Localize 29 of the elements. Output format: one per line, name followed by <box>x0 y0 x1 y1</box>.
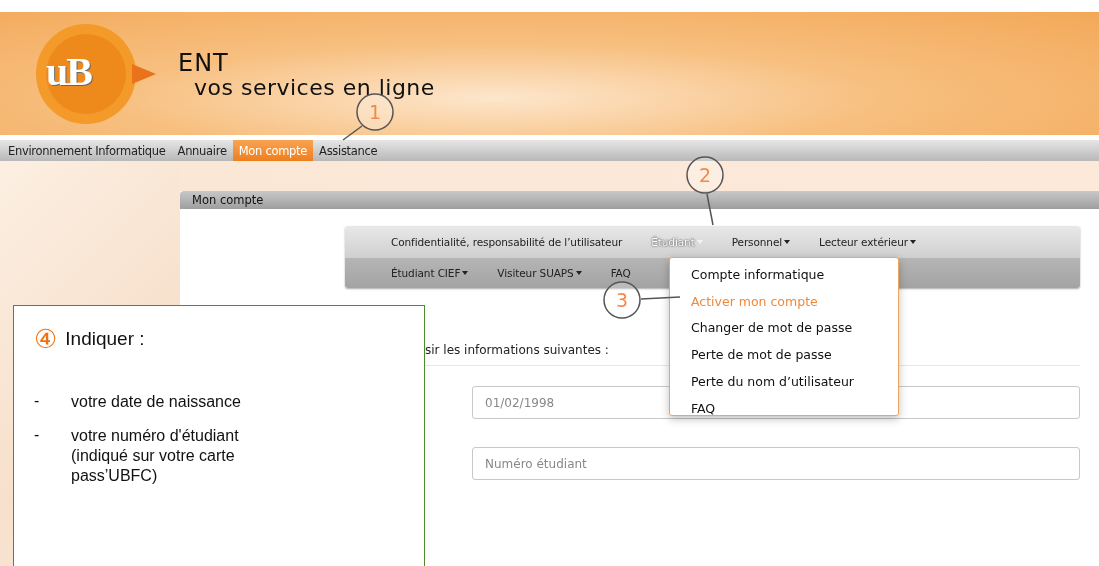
marker-number: 3 <box>615 289 629 311</box>
instruction-text: votre numéro d'étudiant (indiqué sur votre carte pass’UBFC) <box>71 426 240 486</box>
site-title: ENT <box>178 50 230 75</box>
site-subtitle: vos services en ligne <box>194 74 435 101</box>
menu-item[interactable]: Perte de mot de passe <box>691 342 898 369</box>
instruction-title: Indiquer : <box>65 328 145 350</box>
nav-tab[interactable]: Annuaire <box>171 140 233 161</box>
bullet-dash: - <box>34 426 41 445</box>
logo-text: uB <box>46 48 91 95</box>
submenu-item[interactable]: Étudiant CIEF <box>391 267 469 279</box>
menu-item[interactable]: Changer de mot de passe <box>691 315 898 343</box>
nav-tab[interactable]: Assistance <box>313 140 384 161</box>
submenu-item[interactable]: Lecteur extérieur <box>819 236 916 248</box>
submenu-item[interactable]: FAQ <box>610 267 631 279</box>
submenu-item[interactable]: Confidentialité, responsabilité de l’utilisateur <box>391 236 623 248</box>
menu-item[interactable]: Perte du nom d’utilisateur <box>691 368 898 396</box>
input-field[interactable]: Numéro étudiant <box>472 447 1080 480</box>
nav-tab[interactable]: Environnement Informatique <box>0 140 172 161</box>
marker-number: 1 <box>368 101 382 123</box>
submenu-item[interactable]: Étudiant <box>651 236 703 248</box>
marker-number: 2 <box>698 164 712 186</box>
panel-title: Mon compte <box>192 193 264 207</box>
bullet-dash: - <box>34 392 41 411</box>
step-number: ④ <box>34 324 58 354</box>
instruction-text: votre date de naissance <box>71 392 242 412</box>
submenu-item[interactable]: Visiteur SUAPS <box>497 267 582 279</box>
menu-item[interactable]: Compte informatique <box>691 262 898 289</box>
submenu-item[interactable]: Personnel <box>731 236 791 248</box>
menu-item[interactable]: FAQ <box>691 395 898 423</box>
